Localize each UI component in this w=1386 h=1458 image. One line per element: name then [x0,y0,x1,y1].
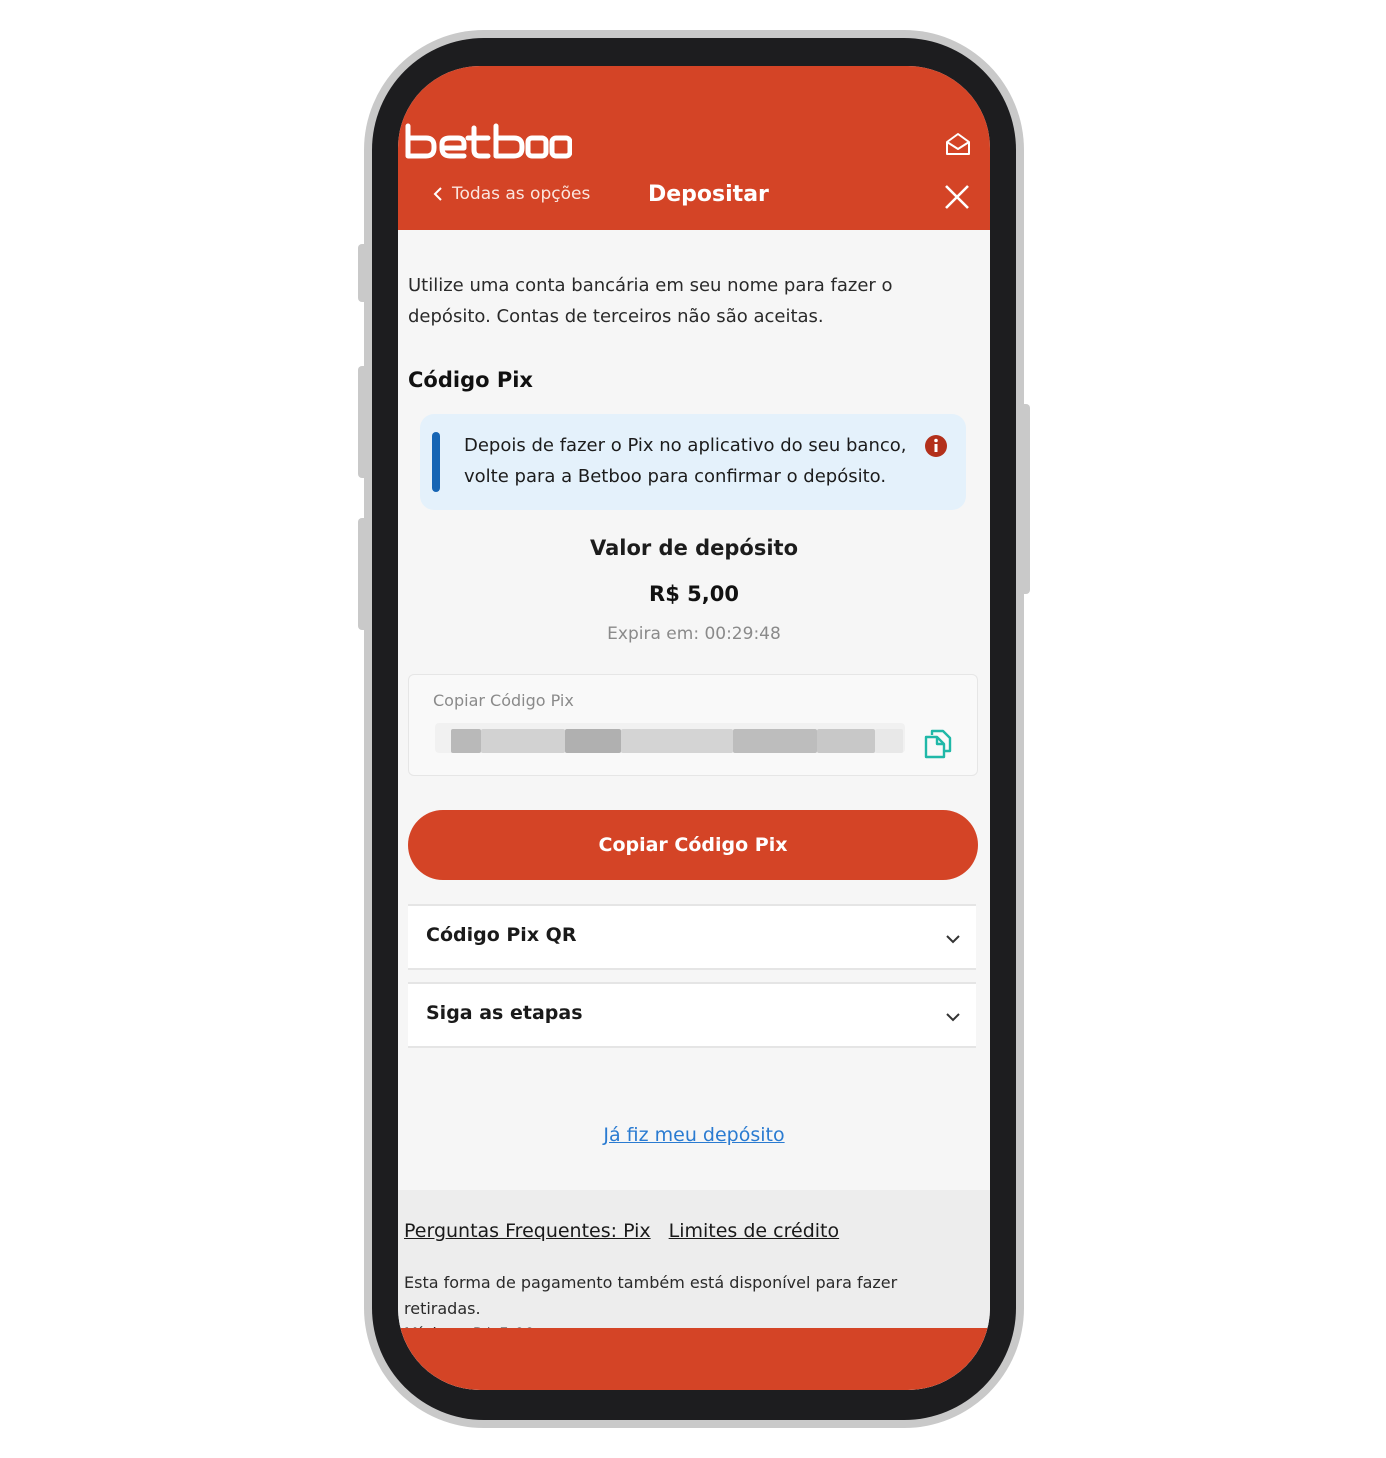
deposit-value: R$ 5,00 [649,582,739,606]
bottom-bar [398,1328,990,1390]
volume-button [358,518,368,630]
betboo-logo [405,123,572,159]
copy-icon[interactable] [923,727,953,759]
accordion-pix-qr[interactable]: Código Pix QR [408,904,976,970]
credit-limits-link[interactable]: Limites de crédito [669,1220,839,1242]
close-icon[interactable] [944,184,970,210]
redacted-code [875,729,903,753]
back-label: Todas as opções [452,184,591,204]
accordion-label: Código Pix QR [426,924,577,946]
info-message: Depois de fazer o Pix no aplicativo do s… [464,435,907,487]
phone-screen: Todas as opções Depositar Utilize uma co… [398,66,990,1390]
section-title: Código Pix [408,368,533,392]
back-link[interactable]: Todas as opções [432,184,590,204]
power-button [1020,404,1030,594]
info-banner: Depois de fazer o Pix no aplicativo do s… [420,414,966,510]
footer-links: Perguntas Frequentes: Pix Limites de cré… [404,1220,839,1242]
pix-code-label: Copiar Código Pix [433,691,574,710]
chevron-down-icon [946,935,960,944]
info-icon[interactable] [924,434,948,458]
redacted-code [481,729,565,753]
intro-text: Utilize uma conta bancária em seu nome p… [408,275,893,327]
pix-code-card: Copiar Código Pix [408,674,978,776]
pix-code-field[interactable] [435,723,905,753]
accordion-steps[interactable]: Siga as etapas [408,982,976,1048]
chevron-down-icon [946,1013,960,1022]
volume-button [358,366,368,478]
header: Todas as opções Depositar [398,66,990,230]
deposit-done-link[interactable]: Já fiz meu depósito [398,1124,990,1146]
volume-button [358,244,368,302]
deposit-label: Valor de depósito [589,536,799,560]
faq-pix-link[interactable]: Perguntas Frequentes: Pix [404,1220,651,1242]
redacted-code [565,729,621,753]
redacted-code [621,729,733,753]
info-accent-bar [432,432,440,492]
redacted-code [733,729,817,753]
chevron-left-icon [433,187,442,201]
expiry-timer: Expira em: 00:29:48 [607,624,781,644]
redacted-code [817,729,875,753]
mail-icon[interactable] [944,130,972,158]
redacted-code [451,729,481,753]
accordion-label: Siga as etapas [426,1002,583,1024]
copy-pix-button[interactable]: Copiar Código Pix [408,810,978,880]
page-title: Depositar [648,182,769,207]
footer-note: Esta forma de pagamento também está disp… [404,1273,898,1318]
